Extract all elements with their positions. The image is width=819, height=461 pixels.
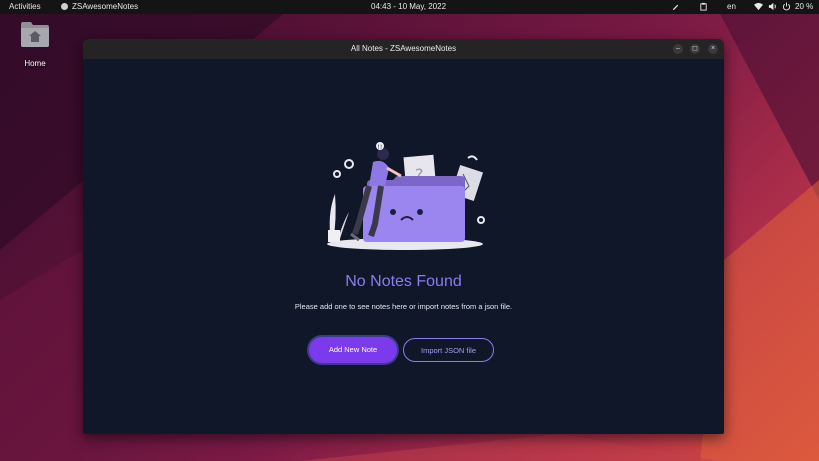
window-title: All Notes - ZSAwesomeNotes xyxy=(350,44,457,53)
app-window: All Notes - ZSAwesomeNotes – ◻ × ? !! No… xyxy=(83,39,724,434)
app-indicator-icon xyxy=(61,3,68,10)
empty-folder-illustration: ? !! xyxy=(327,142,485,250)
maximize-button[interactable]: ◻ xyxy=(690,44,700,54)
app-menu[interactable]: ZSAwesomeNotes xyxy=(61,2,138,12)
add-new-note-button[interactable]: Add New Note xyxy=(309,337,397,363)
svg-text:!!: !! xyxy=(378,144,383,151)
power-icon[interactable] xyxy=(782,2,791,11)
language-indicator[interactable]: en xyxy=(727,2,736,12)
activities-button[interactable]: Activities xyxy=(9,2,41,12)
import-json-button[interactable]: Import JSON file xyxy=(403,338,494,362)
empty-state-title: No Notes Found xyxy=(345,273,462,290)
home-folder-icon xyxy=(21,22,49,47)
battery-level[interactable]: 20 % xyxy=(795,2,813,12)
home-label: Home xyxy=(24,59,46,68)
empty-state-subtitle: Please add one to see notes here or impo… xyxy=(294,302,513,311)
volume-icon[interactable] xyxy=(768,2,777,11)
clipboard-icon[interactable] xyxy=(699,2,708,11)
top-bar: Activities ZSAwesomeNotes 04:43 - 10 May… xyxy=(0,0,819,14)
minimize-button[interactable]: – xyxy=(673,44,683,54)
app-menu-label: ZSAwesomeNotes xyxy=(72,2,139,11)
window-titlebar[interactable]: All Notes - ZSAwesomeNotes – ◻ × xyxy=(83,39,724,59)
desktop-home-shortcut[interactable]: Home xyxy=(17,20,53,68)
wifi-icon[interactable] xyxy=(754,2,763,11)
close-button[interactable]: × xyxy=(708,44,718,54)
color-picker-icon[interactable] xyxy=(671,2,680,11)
clock[interactable]: 04:43 - 10 May, 2022 xyxy=(371,2,446,12)
